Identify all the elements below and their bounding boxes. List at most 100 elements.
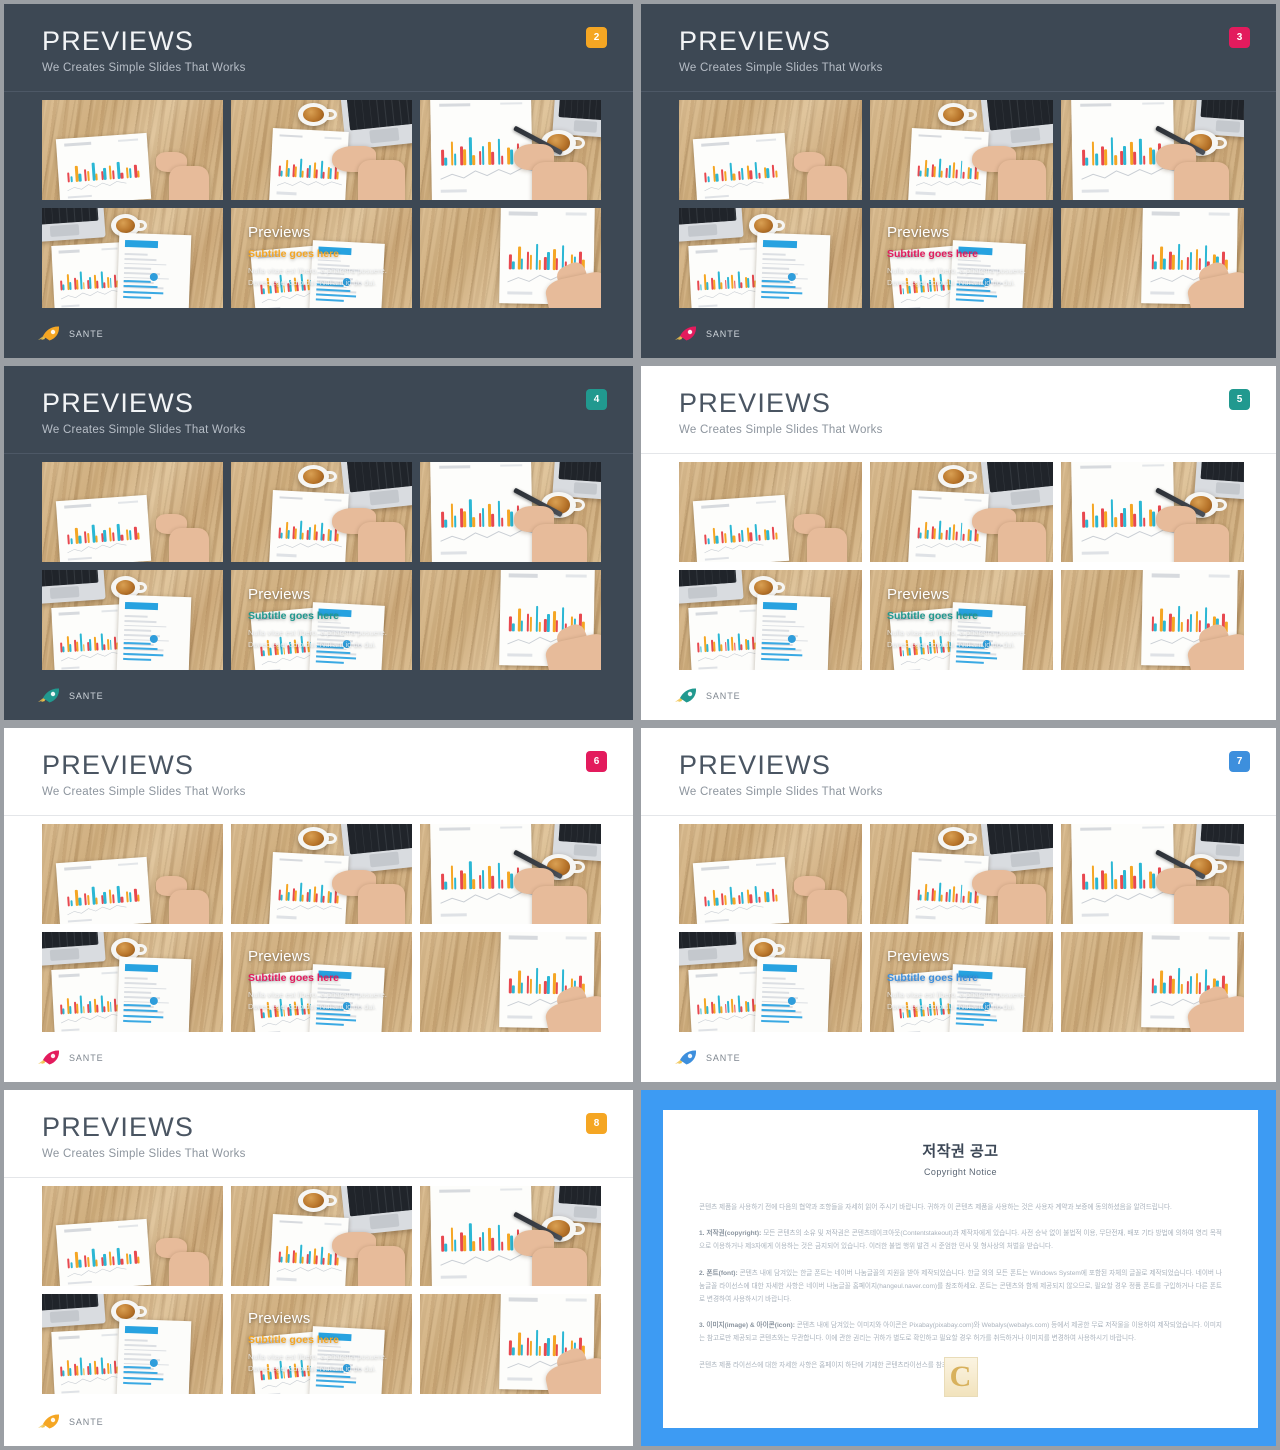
- preview-thumbnail[interactable]: [420, 824, 601, 924]
- preview-thumbnail[interactable]: [679, 824, 862, 924]
- preview-thumbnail[interactable]: [1061, 570, 1244, 670]
- preview-thumbnail[interactable]: [420, 932, 601, 1032]
- rocket-logo-icon: [38, 688, 60, 703]
- chart-bar-group: [737, 512, 745, 542]
- paper-line-chart: [916, 542, 982, 548]
- preview-thumbnail[interactable]: Previews Subtitle goes here Nulla vitae …: [231, 570, 412, 670]
- chart-bar-group: [459, 842, 466, 890]
- preview-thumbnail[interactable]: [1061, 100, 1244, 200]
- preview-slide-6[interactable]: PREVIEWS We Creates Simple Slides That W…: [0, 724, 637, 1086]
- brochure-text-line: [124, 1348, 167, 1352]
- preview-thumbnail[interactable]: [231, 100, 412, 200]
- chart-bar-group: [125, 873, 132, 902]
- chart-bar-group: [717, 259, 723, 290]
- chart-bar-group: [1177, 588, 1183, 632]
- preview-thumbnail[interactable]: Previews Subtitle goes here Nulla vitae …: [231, 932, 412, 1032]
- preview-slide-5[interactable]: PREVIEWS We Creates Simple Slides That W…: [637, 362, 1280, 724]
- preview-slide-4[interactable]: PREVIEWS We Creates Simple Slides That W…: [0, 362, 637, 724]
- chart-bar-group: [1203, 950, 1210, 995]
- preview-thumbnail[interactable]: [1061, 932, 1244, 1032]
- preview-slide-8[interactable]: PREVIEWS We Creates Simple Slides That W…: [0, 1086, 637, 1450]
- preview-thumbnail[interactable]: [231, 1186, 412, 1286]
- preview-thumbnail[interactable]: [42, 1294, 223, 1394]
- laptop-keyboard: [557, 1186, 601, 1207]
- paper-line-chart: [697, 1013, 759, 1024]
- paper-bar-chart: [277, 506, 340, 542]
- paper-header-bar: [918, 496, 942, 500]
- preview-slide-3[interactable]: PREVIEWS We Creates Simple Slides That W…: [637, 0, 1280, 362]
- preview-thumbnail[interactable]: Previews Subtitle goes here Nulla vitae …: [231, 208, 412, 308]
- chart-bar-group: [79, 621, 85, 652]
- chart-bar-group: [1120, 118, 1127, 166]
- chart-bar-group: [313, 508, 319, 540]
- preview-thumbnail[interactable]: [231, 462, 412, 562]
- chart-bar-group: [508, 1311, 515, 1356]
- preview-thumbnail[interactable]: [679, 932, 862, 1032]
- paper-footer-bar: [507, 1015, 532, 1019]
- chart-bar-group: [478, 118, 485, 166]
- preview-thumbnail[interactable]: [1061, 824, 1244, 924]
- brochure-text-line: [124, 624, 167, 628]
- slide-header: PREVIEWS We Creates Simple Slides That W…: [4, 728, 633, 816]
- chart-bar-group: [746, 512, 753, 542]
- preview-thumbnail[interactable]: [870, 824, 1053, 924]
- preview-thumbnail[interactable]: [42, 100, 223, 200]
- preview-slide-7[interactable]: PREVIEWS We Creates Simple Slides That W…: [637, 724, 1280, 1086]
- preview-slide-2[interactable]: PREVIEWS We Creates Simple Slides That W…: [0, 0, 637, 362]
- preview-thumbnail[interactable]: [679, 208, 862, 308]
- paper-header-bar: [64, 866, 92, 871]
- paper-header-bar-secondary: [565, 936, 587, 940]
- preview-thumbnail[interactable]: Previews Subtitle goes here Nulla vitae …: [870, 208, 1053, 308]
- preview-thumbnail[interactable]: [42, 824, 223, 924]
- preview-thumbnail[interactable]: Previews Subtitle goes here Nulla vitae …: [870, 570, 1053, 670]
- paper-bar-chart: [277, 1230, 340, 1266]
- brochure-accent-line: [122, 1020, 152, 1024]
- chart-bar-group: [931, 507, 938, 539]
- preview-thumbnail[interactable]: [42, 570, 223, 670]
- chart-bar-group: [1186, 950, 1192, 995]
- chart-bar-group: [469, 480, 476, 528]
- preview-thumbnail[interactable]: [420, 1294, 601, 1394]
- brochure-accent-line: [760, 658, 790, 662]
- paper-footer-bar: [60, 666, 80, 670]
- preview-thumbnail[interactable]: [42, 1186, 223, 1286]
- preview-thumbnail[interactable]: [1061, 208, 1244, 308]
- paper-bar-chart: [277, 868, 340, 904]
- paper-bar-chart: [703, 872, 779, 907]
- copyright-title: 저작권 공고: [922, 1143, 999, 1160]
- preview-thumbnail[interactable]: [420, 100, 601, 200]
- preview-thumbnail[interactable]: [679, 570, 862, 670]
- brand-name: SANTE: [706, 328, 741, 339]
- brand-footer: SANTE: [36, 687, 104, 704]
- laptop: [980, 100, 1053, 151]
- chart-bar-group: [754, 511, 762, 541]
- preview-thumbnail[interactable]: [42, 462, 223, 562]
- preview-thumbnail[interactable]: [42, 208, 223, 308]
- preview-thumbnail[interactable]: [42, 932, 223, 1032]
- chart-bar-group: [478, 480, 485, 528]
- paper-header-bar-secondary: [1141, 101, 1165, 105]
- preview-thumbnail[interactable]: Previews Subtitle goes here Nulla vitae …: [870, 932, 1053, 1032]
- preview-thumbnail[interactable]: [679, 462, 862, 562]
- chart-bar-group: [508, 225, 515, 270]
- preview-thumbnail[interactable]: Previews Subtitle goes here Nulla vitae …: [231, 1294, 412, 1394]
- chart-bar-group: [440, 1204, 447, 1252]
- preview-thumbnail[interactable]: [420, 1186, 601, 1286]
- chart-bar-group: [100, 512, 107, 542]
- laptop-trackpad: [573, 482, 598, 495]
- brochure-text-line: [762, 619, 796, 623]
- chart-bar-group: [712, 514, 720, 544]
- preview-thumbnail[interactable]: [231, 824, 412, 924]
- chart-bar-group: [291, 1231, 298, 1263]
- preview-thumbnail[interactable]: [870, 100, 1053, 200]
- preview-thumbnail[interactable]: [420, 462, 601, 562]
- preview-thumbnail[interactable]: [1061, 462, 1244, 562]
- paper-header-bar-secondary: [324, 498, 342, 502]
- preview-thumbnail[interactable]: [679, 100, 862, 200]
- preview-thumbnail[interactable]: [420, 208, 601, 308]
- preview-thumbnail[interactable]: [420, 570, 601, 670]
- preview-thumbnail[interactable]: [870, 462, 1053, 562]
- paper-line-chart: [697, 289, 759, 300]
- chart-bar-group: [543, 226, 550, 271]
- copyright-paragraph: 콘텐츠 제품을 사용하기 전에 다음의 협약과 조항들을 자세히 읽어 주시기 …: [699, 1204, 1172, 1211]
